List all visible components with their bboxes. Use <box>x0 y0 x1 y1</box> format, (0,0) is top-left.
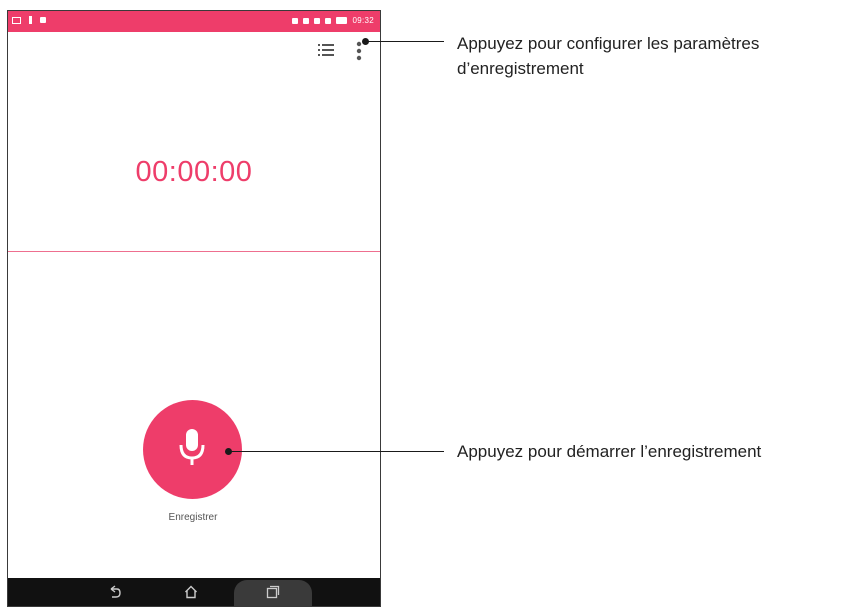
waveform-baseline <box>8 251 380 252</box>
settings-annotation-line2: d’enregistrement <box>457 59 584 78</box>
callout-line <box>366 41 444 42</box>
home-icon[interactable] <box>184 585 198 599</box>
status-bar-right: 09:32 <box>292 16 374 25</box>
phone-screen: 09:32 00:00:00 Enregistrer <box>7 10 381 607</box>
notification-icon <box>40 17 46 23</box>
back-icon[interactable] <box>108 585 122 599</box>
recent-apps-icon[interactable] <box>266 585 280 599</box>
record-label: Enregistrer <box>168 512 218 523</box>
recording-timer: 00:00:00 <box>135 156 253 188</box>
list-icon[interactable] <box>318 43 334 57</box>
status-time: 09:32 <box>352 16 374 25</box>
signal-icon <box>325 17 332 24</box>
battery-icon <box>336 17 348 24</box>
settings-annotation: Appuyez pour configurer les paramètres d… <box>457 31 759 81</box>
callout-line <box>229 451 444 452</box>
navigation-bar <box>8 578 380 606</box>
bluetooth-icon <box>292 17 299 24</box>
status-bar-left <box>12 16 46 24</box>
wifi-icon <box>314 17 321 24</box>
status-bar: 09:32 <box>8 11 380 32</box>
notification-icon <box>29 16 32 24</box>
settings-annotation-line1: Appuyez pour configurer les paramètres <box>457 34 760 53</box>
record-annotation: Appuyez pour démarrer l’enregistrement <box>457 442 762 461</box>
microphone-icon <box>179 429 205 465</box>
alarm-icon <box>303 17 310 24</box>
notification-icon <box>12 16 21 24</box>
